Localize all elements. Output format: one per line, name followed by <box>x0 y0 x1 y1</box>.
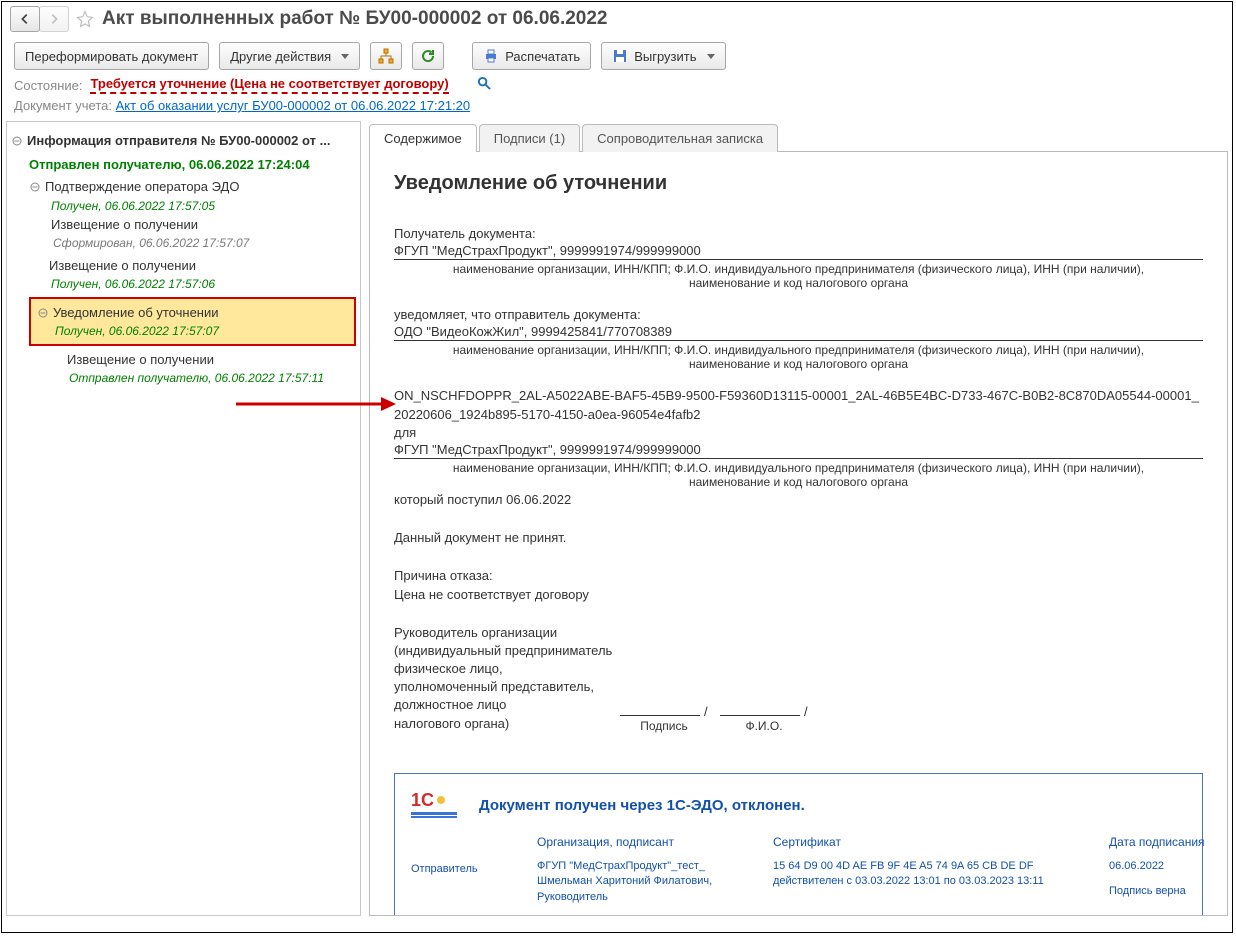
collapse-icon[interactable] <box>37 307 49 319</box>
tabs: Содержимое Подписи (1) Сопроводительная … <box>369 121 1228 152</box>
reform-document-button[interactable]: Переформировать документ <box>14 42 209 70</box>
reason-label: Причина отказа: <box>394 567 1203 585</box>
nav-back-button[interactable] <box>10 6 40 32</box>
recipient-value: ФГУП "МедСтрахПродукт", 9999991974/99999… <box>394 243 1203 260</box>
search-icon[interactable] <box>477 76 492 94</box>
edo-role: Отправитель <box>411 862 521 877</box>
fio-caption: Ф.И.О. <box>714 719 814 733</box>
refresh-button[interactable] <box>412 42 444 70</box>
print-button[interactable]: Распечатать <box>472 42 591 70</box>
tree-status: Отправлен получателю, 06.06.2022 17:57:1… <box>67 371 354 385</box>
edo-org-value: ФГУП "МедСтрахПродукт"_тест_ Шмельман Ха… <box>537 859 757 905</box>
sender-label: уведомляет, что отправитель документа: <box>394 306 1203 324</box>
chevron-down-icon <box>707 54 715 59</box>
head-line: должностное лицо <box>394 696 614 714</box>
edo-header-date: Дата подписания <box>1109 835 1228 849</box>
floppy-icon <box>612 48 628 64</box>
tab-content[interactable]: Содержимое <box>369 124 477 152</box>
tree-status: Получен, 06.06.2022 17:57:07 <box>37 324 348 338</box>
tree-status: Получен, 06.06.2022 17:57:05 <box>49 199 356 213</box>
tree-item-notice[interactable]: Извещение о получении <box>49 258 354 273</box>
page-title: Акт выполненных работ № БУ00-000002 от 0… <box>102 8 608 30</box>
document-tree: Информация отправителя № БУ00-000002 от … <box>6 121 361 916</box>
for-label: для <box>394 424 1203 442</box>
svg-text:1C: 1C <box>411 790 434 810</box>
arrived-label: который поступил 06.06.2022 <box>394 491 1203 509</box>
recipient-label: Получатель документа: <box>394 225 1203 243</box>
file-id: ON_NSCHFDOPPR_2AL-A5022ABE-BAF5-45B9-950… <box>394 387 1203 423</box>
edo-date-value: 06.06.2022 <box>1109 859 1228 874</box>
reason-value: Цена не соответствует договору <box>394 586 1203 604</box>
doc-heading: Уведомление об уточнении <box>394 172 1203 195</box>
export-button[interactable]: Выгрузить <box>601 42 725 70</box>
caption-org: наименование организации, ИНН/КПП; Ф.И.О… <box>394 343 1203 371</box>
status-value: Требуется уточнение (Цена не соответству… <box>90 76 448 94</box>
caption-org: наименование организации, ИНН/КПП; Ф.И.О… <box>394 461 1203 489</box>
collapse-icon[interactable] <box>11 135 23 147</box>
head-line: уполномоченный представитель, <box>394 678 614 696</box>
edo-header-cert: Сертификат <box>773 835 1093 849</box>
tab-signatures[interactable]: Подписи (1) <box>479 124 580 152</box>
tab-cover-note[interactable]: Сопроводительная записка <box>582 124 778 152</box>
edo-cert-value: 15 64 D9 00 4D AE FB 9F 4E A5 74 9A 65 C… <box>773 859 1093 890</box>
edo-sign-valid: Подпись верна <box>1109 884 1228 899</box>
head-line: налогового органа) <box>394 715 614 733</box>
tree-status: Сформирован, 06.06.2022 17:57:07 <box>51 236 354 250</box>
nav-forward-button[interactable] <box>39 6 69 32</box>
tree-item-notice[interactable]: Извещение о получении <box>67 352 354 367</box>
favorite-star-icon[interactable] <box>74 8 96 30</box>
document-content: Уведомление об уточнении Получатель доку… <box>369 152 1228 916</box>
accounting-doc-link[interactable]: Акт об оказании услуг БУ00-000002 от 06.… <box>116 98 471 113</box>
edo-header-org: Организация, подписант <box>537 835 757 849</box>
printer-icon <box>483 48 499 64</box>
head-line: физическое лицо, <box>394 660 614 678</box>
sender-value: ОДО "ВидеоКожЖил", 9999425841/770708389 <box>394 324 1203 341</box>
accounting-doc-label: Документ учета: <box>14 98 112 113</box>
tree-item-notice[interactable]: Извещение о получении <box>51 217 354 232</box>
rejected-text: Данный документ не принят. <box>394 529 1203 547</box>
head-line: Руководитель организации <box>394 624 614 642</box>
caption-org: наименование организации, ИНН/КПП; Ф.И.О… <box>394 262 1203 290</box>
edo-title: Документ получен через 1С-ЭДО, отклонен. <box>479 797 805 814</box>
tree-item-operator-confirm[interactable]: Подтверждение оператора ЭДО <box>45 179 239 196</box>
collapse-icon[interactable] <box>29 181 41 193</box>
tree-item-clarify-selected[interactable]: Уведомление об уточнении Получен, 06.06.… <box>29 297 356 346</box>
head-line: (индивидуальный предприниматель <box>394 642 614 660</box>
signature-caption: Подпись <box>614 719 714 733</box>
status-label: Состояние: <box>14 78 82 93</box>
other-actions-button[interactable]: Другие действия <box>219 42 360 70</box>
tree-sent-status: Отправлен получателю, 06.06.2022 17:24:0… <box>29 153 356 176</box>
tree-root-label[interactable]: Информация отправителя № БУ00-000002 от … <box>27 133 330 150</box>
1c-logo-icon: 1C <box>411 788 465 823</box>
for-whom-value: ФГУП "МедСтрахПродукт", 9999991974/99999… <box>394 442 1203 459</box>
tree-status: Получен, 06.06.2022 17:57:06 <box>49 277 354 291</box>
hierarchy-button[interactable] <box>370 42 402 70</box>
edo-info-box: 1C Документ получен через 1С-ЭДО, отклон… <box>394 773 1203 916</box>
chevron-down-icon <box>341 54 349 59</box>
